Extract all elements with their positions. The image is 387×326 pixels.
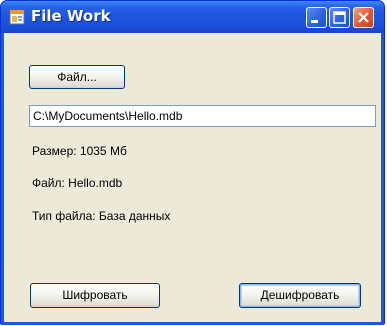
window-border-bottom [1,322,384,325]
form-client-area: Файл... C:\MyDocuments\Hello.mdb Размер:… [4,33,381,322]
decrypt-button[interactable]: Дешифровать [239,283,361,308]
title-bar[interactable]: File Work [1,1,384,33]
maximize-button[interactable] [329,7,350,28]
window-border-right [381,33,384,325]
close-icon [358,12,369,23]
open-file-button[interactable]: Файл... [29,65,125,89]
file-size-label: Размер: 1035 Мб [32,144,127,158]
window-title: File Work [31,7,111,25]
app-window: File Work Файл... C:\MyDocuments\Hello.m… [0,0,385,325]
minimize-icon [311,20,318,23]
file-type-label: Тип файла: База данных [32,209,171,223]
maximize-icon [333,11,346,24]
minimize-button[interactable] [306,7,327,28]
encrypt-button[interactable]: Шифровать [30,283,160,308]
file-name-label: Файл: Hello.mdb [32,176,123,190]
close-button[interactable] [353,7,374,28]
window-border-left [1,33,4,325]
app-form-icon [9,9,25,25]
file-path-field[interactable]: C:\MyDocuments\Hello.mdb [29,105,376,127]
